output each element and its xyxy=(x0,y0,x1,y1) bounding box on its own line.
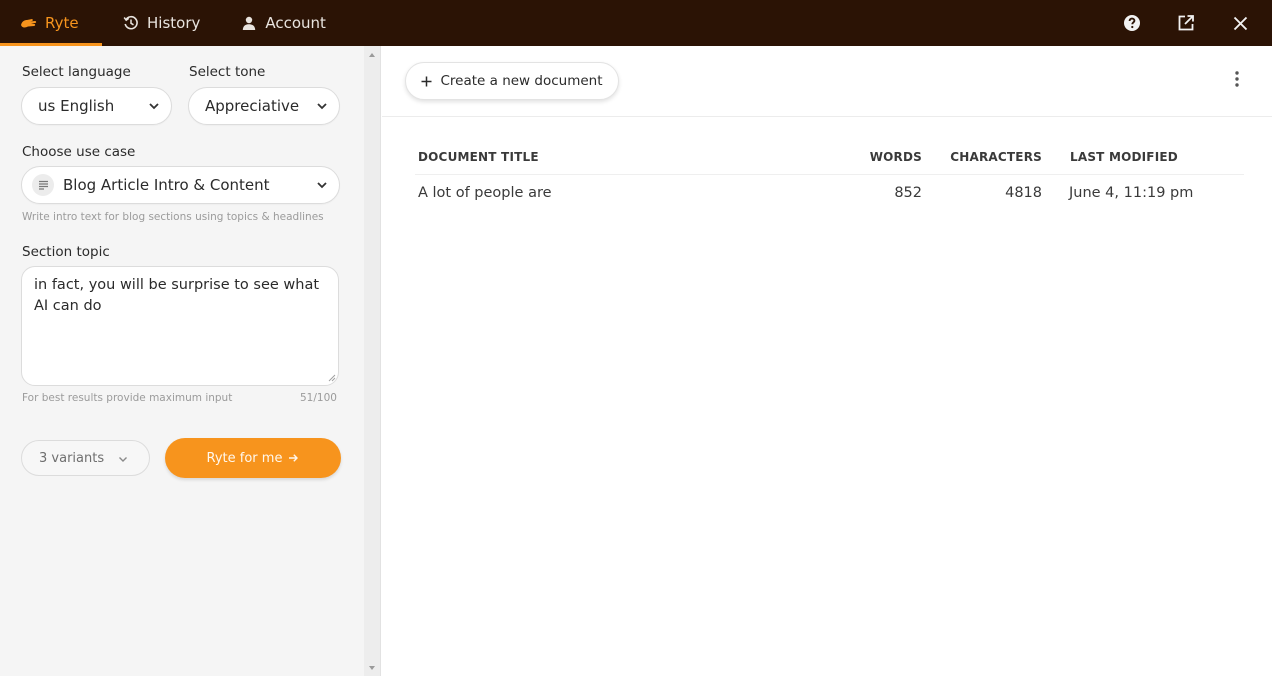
tab-ryte-label: Ryte xyxy=(45,14,79,32)
header-divider xyxy=(382,116,1272,117)
window-actions xyxy=(1114,0,1258,46)
column-header-words[interactable]: WORDS xyxy=(860,150,922,164)
topic-char-counter: 51/100 xyxy=(300,392,337,404)
column-header-title[interactable]: DOCUMENT TITLE xyxy=(418,150,539,164)
ryte-for-me-button[interactable]: Ryte for me xyxy=(165,438,341,478)
create-document-button[interactable]: Create a new document xyxy=(405,62,619,100)
sidebar-scrollbar[interactable] xyxy=(364,46,381,676)
document-lines-icon xyxy=(32,174,54,196)
table-header-divider xyxy=(415,174,1244,175)
help-icon xyxy=(1124,15,1140,31)
open-external-icon xyxy=(1178,15,1194,31)
arrow-right-icon xyxy=(289,454,299,462)
chevron-down-icon xyxy=(149,103,159,110)
tab-account[interactable]: Account xyxy=(220,0,346,46)
tab-history-label: History xyxy=(147,14,201,32)
close-icon xyxy=(1233,16,1247,30)
top-bar: Ryte History Account xyxy=(0,0,1272,46)
history-icon xyxy=(122,14,140,32)
variants-select[interactable]: 3 variants xyxy=(21,440,150,476)
chevron-down-icon xyxy=(119,457,127,462)
topic-textarea[interactable]: in fact, you will be surprise to see wha… xyxy=(21,266,339,386)
topic-label: Section topic xyxy=(22,244,110,260)
cell-characters: 4818 xyxy=(1005,185,1042,201)
chevron-down-icon xyxy=(317,182,327,189)
usecase-label: Choose use case xyxy=(22,144,136,160)
variants-select-value: 3 variants xyxy=(39,450,105,466)
cell-words: 852 xyxy=(894,185,922,201)
ryte-hand-icon xyxy=(20,14,38,32)
tone-select[interactable]: Appreciative xyxy=(188,87,340,125)
user-icon xyxy=(240,14,258,32)
language-select-value: us English xyxy=(38,97,115,115)
scroll-down-arrow-icon[interactable] xyxy=(369,666,375,670)
tab-account-label: Account xyxy=(265,14,326,32)
open-external-button[interactable] xyxy=(1168,5,1204,41)
create-document-label: Create a new document xyxy=(440,73,603,89)
help-button[interactable] xyxy=(1114,5,1150,41)
usecase-hint: Write intro text for blog sections using… xyxy=(22,211,324,223)
language-label: Select language xyxy=(22,64,131,80)
usecase-select-value: Blog Article Intro & Content xyxy=(63,176,270,194)
usecase-select[interactable]: Blog Article Intro & Content xyxy=(21,166,340,204)
tab-history[interactable]: History xyxy=(102,0,220,46)
close-button[interactable] xyxy=(1222,5,1258,41)
tone-label: Select tone xyxy=(189,64,266,80)
language-select[interactable]: us English xyxy=(21,87,172,125)
kebab-menu-icon xyxy=(1235,71,1239,87)
cell-document-title[interactable]: A lot of people are xyxy=(418,185,552,201)
plus-icon xyxy=(421,76,432,86)
more-options-button[interactable] xyxy=(1227,66,1247,92)
tone-select-value: Appreciative xyxy=(205,97,300,115)
scroll-up-arrow-icon[interactable] xyxy=(369,53,375,57)
topic-hint: For best results provide maximum input xyxy=(22,392,233,404)
chevron-down-icon xyxy=(317,103,327,110)
ryte-for-me-label: Ryte for me xyxy=(206,450,283,466)
column-header-last-modified[interactable]: LAST MODIFIED xyxy=(1070,150,1178,164)
cell-last-modified: June 4, 11:19 pm xyxy=(1069,185,1194,201)
resize-grip-icon[interactable] xyxy=(328,374,336,382)
tab-ryte[interactable]: Ryte xyxy=(0,0,102,46)
column-header-characters[interactable]: CHARACTERS xyxy=(945,150,1042,164)
